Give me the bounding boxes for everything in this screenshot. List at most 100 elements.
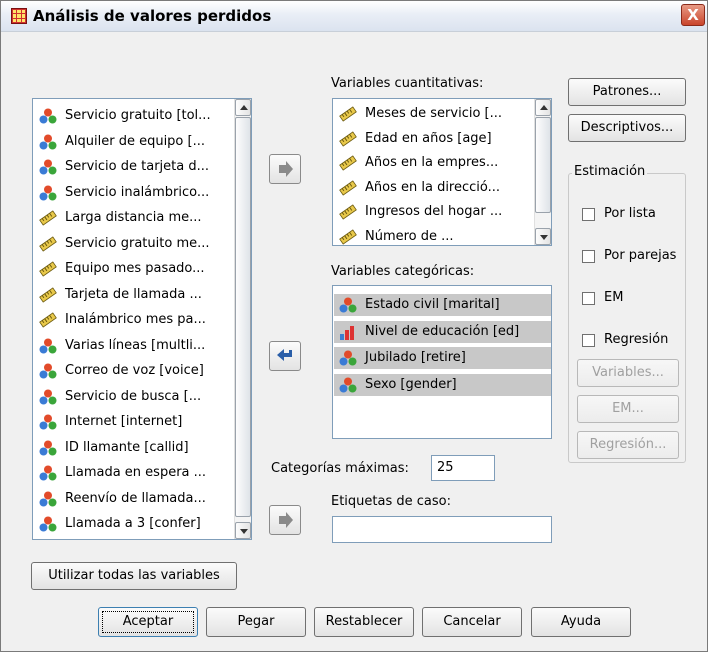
listwise-checkbox[interactable]: Por lista [582,204,682,224]
ok-button-label: Aceptar [102,611,194,633]
nominal-icon [39,363,57,379]
patterns-button[interactable]: Patrones... [568,78,686,106]
em-checkbox[interactable]: EM [582,288,682,308]
max-categories-input[interactable]: 25 [431,455,495,481]
list-item-label: Tarjeta de llamada ... [65,286,202,302]
left-arrow-icon [277,349,292,361]
use-all-variables-button[interactable]: Utilizar todas las variables [31,562,237,590]
help-button[interactable]: Ayuda [531,607,631,637]
scale-icon [39,235,57,252]
close-button[interactable]: X [681,4,705,26]
scroll-down-arrow[interactable] [235,522,251,539]
em-button[interactable]: EM... [577,395,679,423]
move-from-categorical-button[interactable] [269,341,301,371]
ordinal-icon [339,324,357,340]
list-item[interactable]: Sexo [gender] [334,373,551,396]
checkbox-box[interactable] [582,334,595,347]
app-icon [11,8,27,24]
variables-button[interactable]: Variables... [577,359,679,387]
scale-icon [39,261,57,277]
max-categories-label: Categorías máximas: [271,461,409,476]
scale-icon [339,155,357,171]
list-item-label: Servicio gratuito me... [65,235,210,251]
nominal-icon [339,377,357,393]
scale-icon [39,286,57,303]
nominal-icon [39,338,57,354]
categorical-label: Variables categóricas: [331,264,475,279]
source-variable-list[interactable]: Servicio gratuito [tol... Alquiler de equ… [32,98,252,540]
nominal-icon [39,465,57,481]
reset-button[interactable]: Restablecer [314,607,414,637]
list-item-label: Servicio inalámbrico... [65,184,210,200]
list-item-label: Estado civil [marital] [365,297,500,312]
nominal-icon [39,440,57,456]
checkbox-box[interactable] [582,292,595,305]
list-item[interactable]: Nivel de educación [ed] [334,320,551,343]
checkbox-box[interactable] [582,208,595,221]
scale-icon [339,204,357,220]
scale-icon [339,106,357,122]
scroll-down-arrow[interactable] [535,228,551,245]
list-item-label: Meses de servicio [... [365,106,503,121]
list-item-label: Equipo mes pasado... [65,261,205,276]
quantitative-variable-list[interactable]: Meses de servicio [... Edad en años [age]… [332,98,552,246]
cancel-button[interactable]: Cancelar [422,607,522,637]
checkbox-box[interactable] [582,250,595,263]
scroll-thumb[interactable] [535,117,551,213]
right-arrow-icon [279,512,293,528]
nominal-icon [39,159,57,175]
list-item-label: Jubilado [retire] [365,350,466,365]
list-item-label: Correo de voz [voice] [65,363,204,378]
list-item-label: Edad en años [age] [365,130,492,146]
categorical-variable-list[interactable]: Estado civil [marital] Nivel de educación… [332,285,552,439]
descriptives-button[interactable]: Descriptivos... [568,114,686,142]
pairwise-checkbox[interactable]: Por parejas [582,246,682,266]
quantitative-list-scrollbar[interactable] [534,99,551,245]
list-item-label: Llamada a 3 [confer] [65,516,201,531]
scale-icon [339,179,357,196]
scroll-up-arrow[interactable] [235,99,251,116]
list-item-label: Servicio gratuito [tol... [65,108,211,123]
right-arrow-icon [279,161,293,177]
scale-icon [39,312,57,328]
list-item-label: Número de ... [365,228,454,244]
scroll-thumb[interactable] [235,117,251,517]
list-item-label: Servicio de busca [... [65,388,202,404]
nominal-icon [39,108,57,124]
nominal-icon [39,134,57,150]
case-labels-input[interactable] [332,516,552,543]
list-item[interactable]: Estado civil [marital] [334,294,551,316]
list-item-label: Servicio de tarjeta d... [65,159,209,174]
list-item-label: Reenvío de llamada... [65,490,206,506]
list-item-label: Alquiler de equipo [... [65,133,205,149]
source-list-scrollbar[interactable] [234,99,251,539]
list-item-label: Larga distancia me... [65,210,202,225]
move-to-quantitative-button[interactable] [269,154,301,184]
regression-button[interactable]: Regresión... [577,431,679,459]
dialog-window: Análisis de valores perdidos X Servicio … [0,0,708,652]
case-labels-label: Etiquetas de caso: [331,494,451,509]
list-item-label: Llamada en espera ... [65,465,207,480]
scroll-up-arrow[interactable] [535,99,551,116]
title-bar[interactable]: Análisis de valores perdidos X [1,1,707,32]
list-item-label: Ingresos del hogar ... [365,204,503,219]
quantitative-label: Variables cuantitativas: [331,76,484,91]
list-item[interactable]: Jubilado [retire] [334,347,551,369]
paste-button[interactable]: Pegar [206,607,306,637]
nominal-icon [39,185,57,201]
ok-button[interactable]: Aceptar [98,607,198,637]
list-item-label: Años en la direcció... [365,179,501,195]
estimation-group-title: Estimación [572,164,648,179]
checkbox-label: Por lista [604,206,656,221]
move-to-case-labels-button[interactable] [269,505,301,535]
checkbox-label: Por parejas [604,248,677,263]
list-item-label: Sexo [gender] [365,376,457,392]
list-item-label: ID llamante [callid] [65,439,189,455]
list-item-label: Inalámbrico mes pa... [65,312,206,327]
list-item-label: Años en la empres... [365,155,499,170]
regression-checkbox[interactable]: Regresión [582,330,682,350]
nominal-icon [39,516,57,532]
scale-icon [39,210,57,226]
list-item-label: Varias líneas [multli... [65,337,206,353]
window-title: Análisis de valores perdidos [33,7,272,25]
